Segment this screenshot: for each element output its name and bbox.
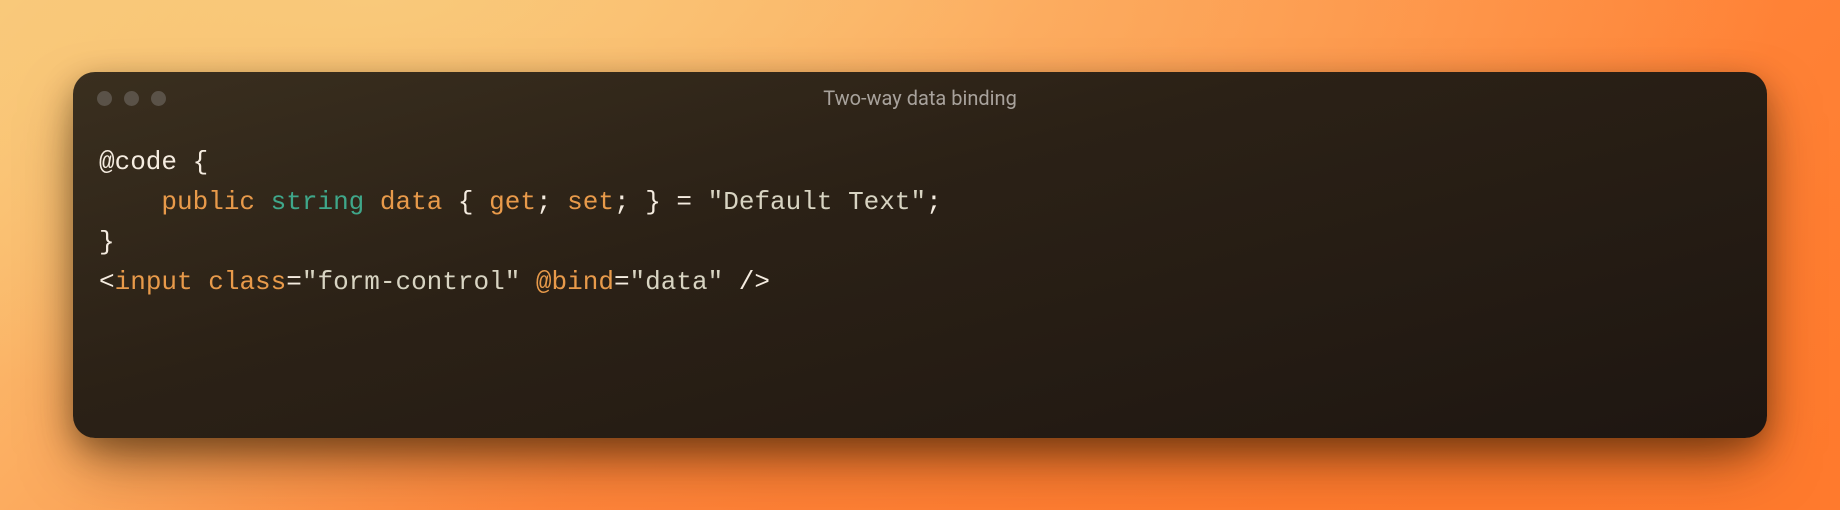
attr-class-value: form-control [317, 267, 504, 297]
code-line-1: @code { [99, 142, 1741, 182]
brace-open: { [458, 187, 474, 217]
tag-self-close: /> [739, 267, 770, 297]
code-line-2: public string data { get; set; } = "Defa… [99, 182, 1741, 222]
quote-close: " [505, 267, 521, 297]
code-area: @code { public string data { get; set; }… [73, 124, 1767, 438]
quote-close: " [708, 267, 724, 297]
brace-close: } [645, 187, 661, 217]
traffic-lights [73, 91, 166, 106]
string-quote-close: " [910, 187, 926, 217]
semicolon: ; [536, 187, 552, 217]
indent [99, 182, 161, 222]
code-line-3: } [99, 222, 1741, 262]
quote-open: " [302, 267, 318, 297]
keyword-get: get [489, 187, 536, 217]
code-line-5: <input class="form-control" @bind="data"… [99, 262, 1741, 302]
traffic-dot-minimize-icon[interactable] [124, 91, 139, 106]
window-title: Two-way data binding [73, 86, 1767, 110]
equals: = [614, 267, 630, 297]
code-directive: @code [99, 147, 177, 177]
traffic-dot-zoom-icon[interactable] [151, 91, 166, 106]
brace-open: { [193, 147, 209, 177]
keyword-set: set [567, 187, 614, 217]
attr-class: class [208, 267, 286, 297]
attr-bind-value: data [645, 267, 707, 297]
string-literal: Default Text [723, 187, 910, 217]
angle-open: < [99, 267, 115, 297]
semicolon: ; [926, 187, 942, 217]
operator-assign: = [676, 187, 692, 217]
traffic-dot-close-icon[interactable] [97, 91, 112, 106]
attr-bind: @bind [536, 267, 614, 297]
keyword-public: public [161, 187, 255, 217]
titlebar: Two-way data binding [73, 72, 1767, 124]
string-quote-open: " [708, 187, 724, 217]
brace-close: } [99, 227, 115, 257]
quote-open: " [630, 267, 646, 297]
keyword-type: string [271, 187, 365, 217]
identifier-data: data [380, 187, 442, 217]
code-window: Two-way data binding @code { public stri… [73, 72, 1767, 438]
tag-input: input [115, 267, 193, 297]
semicolon: ; [614, 187, 630, 217]
equals: = [286, 267, 302, 297]
